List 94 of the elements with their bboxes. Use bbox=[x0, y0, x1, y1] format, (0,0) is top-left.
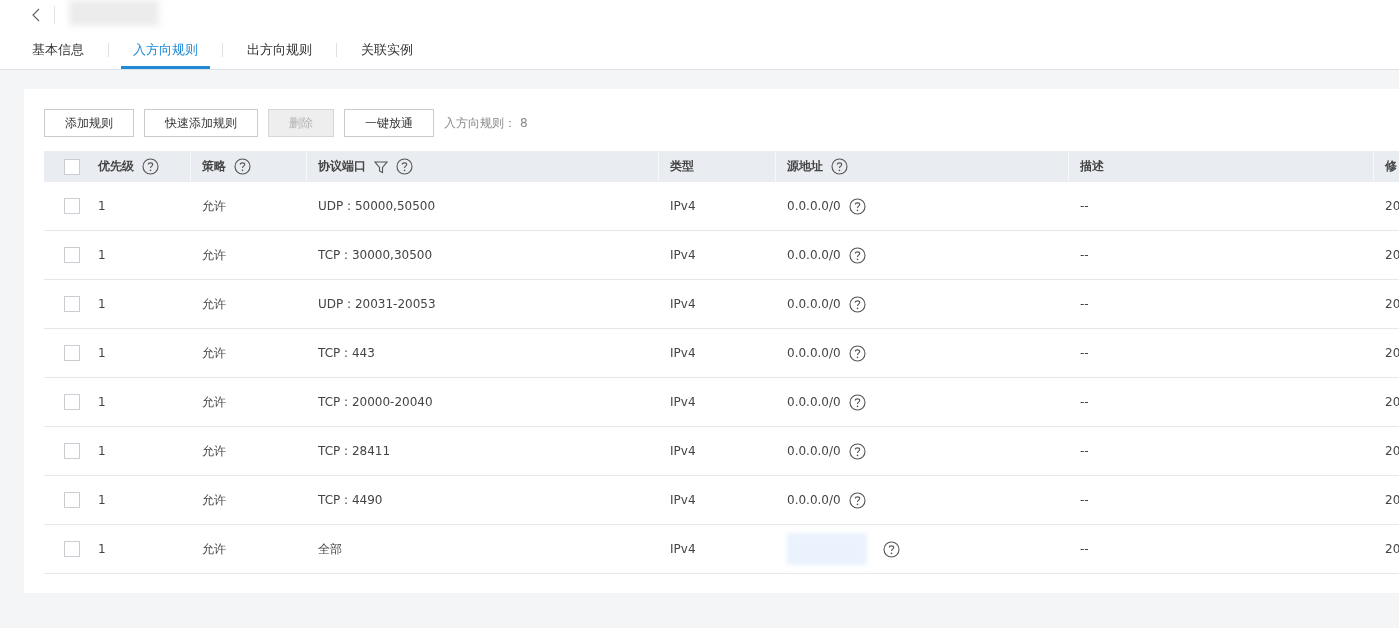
table-cell: 允许 bbox=[202, 246, 226, 264]
table-cell: TCP : 443 bbox=[318, 346, 375, 360]
table-cell: 允许 bbox=[202, 442, 226, 460]
table-cell: 0.0.0.0/0 bbox=[787, 395, 841, 409]
table-cell: IPv4 bbox=[670, 444, 696, 458]
back-icon[interactable] bbox=[32, 8, 40, 22]
table-cell: 1 bbox=[98, 444, 106, 458]
row-checkbox[interactable] bbox=[64, 443, 80, 459]
column-title: 类型 bbox=[669, 158, 694, 175]
help-icon[interactable] bbox=[883, 540, 900, 558]
table-cell: 1 bbox=[98, 542, 106, 556]
row-checkbox[interactable] bbox=[64, 247, 80, 263]
column-title: 优先级 bbox=[98, 158, 134, 175]
table-cell: -- bbox=[1080, 346, 1089, 360]
table-cell: 20 bbox=[1385, 346, 1399, 360]
help-icon[interactable] bbox=[848, 246, 866, 264]
help-icon[interactable] bbox=[848, 491, 866, 509]
help-icon[interactable] bbox=[848, 344, 866, 362]
table-cell: 20 bbox=[1385, 493, 1399, 507]
table-cell: 1 bbox=[98, 346, 106, 360]
table-cell: 20 bbox=[1385, 248, 1399, 262]
table-cell: -- bbox=[1080, 395, 1089, 409]
table-cell: 允许 bbox=[202, 491, 226, 509]
table-cell: 1 bbox=[98, 493, 106, 507]
table-cell: IPv4 bbox=[670, 199, 696, 213]
table-cell: 允许 bbox=[202, 344, 226, 362]
table-cell: -- bbox=[1080, 542, 1089, 556]
toolbar-button[interactable]: 一键放通 bbox=[344, 109, 434, 137]
table-cell: IPv4 bbox=[670, 346, 696, 360]
table-cell: 1 bbox=[98, 395, 106, 409]
table-cell: 允许 bbox=[202, 295, 226, 313]
filter-icon[interactable] bbox=[373, 159, 388, 174]
table-cell: 全部 bbox=[318, 540, 342, 558]
help-icon[interactable] bbox=[830, 158, 848, 175]
row-checkbox[interactable] bbox=[64, 541, 80, 557]
table-cell: 20 bbox=[1385, 395, 1399, 409]
tab[interactable]: 关联实例 bbox=[349, 30, 425, 69]
table-cell: -- bbox=[1080, 248, 1089, 262]
column-title: 源地址 bbox=[786, 158, 823, 175]
row-checkbox[interactable] bbox=[64, 198, 80, 214]
table-cell: 1 bbox=[98, 297, 106, 311]
table-cell: UDP : 50000,50500 bbox=[318, 199, 436, 213]
table-cell: IPv4 bbox=[670, 542, 696, 556]
tab[interactable]: 入方向规则 bbox=[121, 30, 210, 69]
table-cell: 1 bbox=[98, 199, 106, 213]
rule-count-label: 入方向规则： bbox=[444, 114, 516, 132]
table-cell: 0.0.0.0/0 bbox=[787, 199, 841, 213]
rule-count: 8 bbox=[520, 116, 528, 130]
table-cell: IPv4 bbox=[670, 395, 696, 409]
row-checkbox[interactable] bbox=[64, 296, 80, 312]
table-cell: 允许 bbox=[202, 540, 226, 558]
table-cell: -- bbox=[1080, 199, 1089, 213]
help-icon[interactable] bbox=[848, 393, 866, 411]
table-cell: 0.0.0.0/0 bbox=[787, 493, 841, 507]
table-cell: 允许 bbox=[202, 197, 226, 215]
column-title: 协议端口 bbox=[317, 158, 366, 175]
toolbar-button[interactable]: 快速添加规则 bbox=[144, 109, 258, 137]
table-cell: IPv4 bbox=[670, 297, 696, 311]
table-cell: 0.0.0.0/0 bbox=[787, 248, 841, 262]
row-checkbox[interactable] bbox=[64, 394, 80, 410]
table-cell: TCP : 28411 bbox=[318, 444, 391, 458]
help-icon[interactable] bbox=[233, 158, 251, 175]
column-title: 描述 bbox=[1079, 158, 1104, 175]
table-cell: -- bbox=[1080, 297, 1089, 311]
help-icon[interactable] bbox=[848, 295, 866, 313]
table-cell: 20 bbox=[1385, 297, 1399, 311]
table-cell: IPv4 bbox=[670, 493, 696, 507]
tab[interactable]: 基本信息 bbox=[20, 30, 96, 69]
help-icon[interactable] bbox=[848, 442, 866, 460]
toolbar-button[interactable]: 添加规则 bbox=[44, 109, 134, 137]
table-cell: UDP : 20031-20053 bbox=[318, 297, 436, 311]
column-title: 策略 bbox=[201, 158, 226, 175]
table-cell: 允许 bbox=[202, 393, 226, 411]
table-cell: IPv4 bbox=[670, 248, 696, 262]
table-cell: 20 bbox=[1385, 199, 1399, 213]
table-cell: 0.0.0.0/0 bbox=[787, 297, 841, 311]
table-cell: 20 bbox=[1385, 444, 1399, 458]
help-icon[interactable] bbox=[848, 197, 866, 215]
table-cell: 20 bbox=[1385, 542, 1399, 556]
table-cell: 0.0.0.0/0 bbox=[787, 444, 841, 458]
table-cell: 1 bbox=[98, 248, 106, 262]
select-all-checkbox[interactable] bbox=[64, 158, 80, 175]
column-title: 修 bbox=[1384, 158, 1397, 175]
table-cell: -- bbox=[1080, 493, 1089, 507]
table-cell: TCP : 20000-20040 bbox=[318, 395, 433, 409]
table-cell: -- bbox=[1080, 444, 1089, 458]
table-cell: 0.0.0.0/0 bbox=[787, 346, 841, 360]
tab[interactable]: 出方向规则 bbox=[235, 30, 324, 69]
help-icon[interactable] bbox=[395, 158, 413, 175]
table-cell: TCP : 4490 bbox=[318, 493, 383, 507]
row-checkbox[interactable] bbox=[64, 492, 80, 508]
row-checkbox[interactable] bbox=[64, 345, 80, 361]
help-icon[interactable] bbox=[142, 158, 159, 175]
table-cell: TCP : 30000,30500 bbox=[318, 248, 433, 262]
